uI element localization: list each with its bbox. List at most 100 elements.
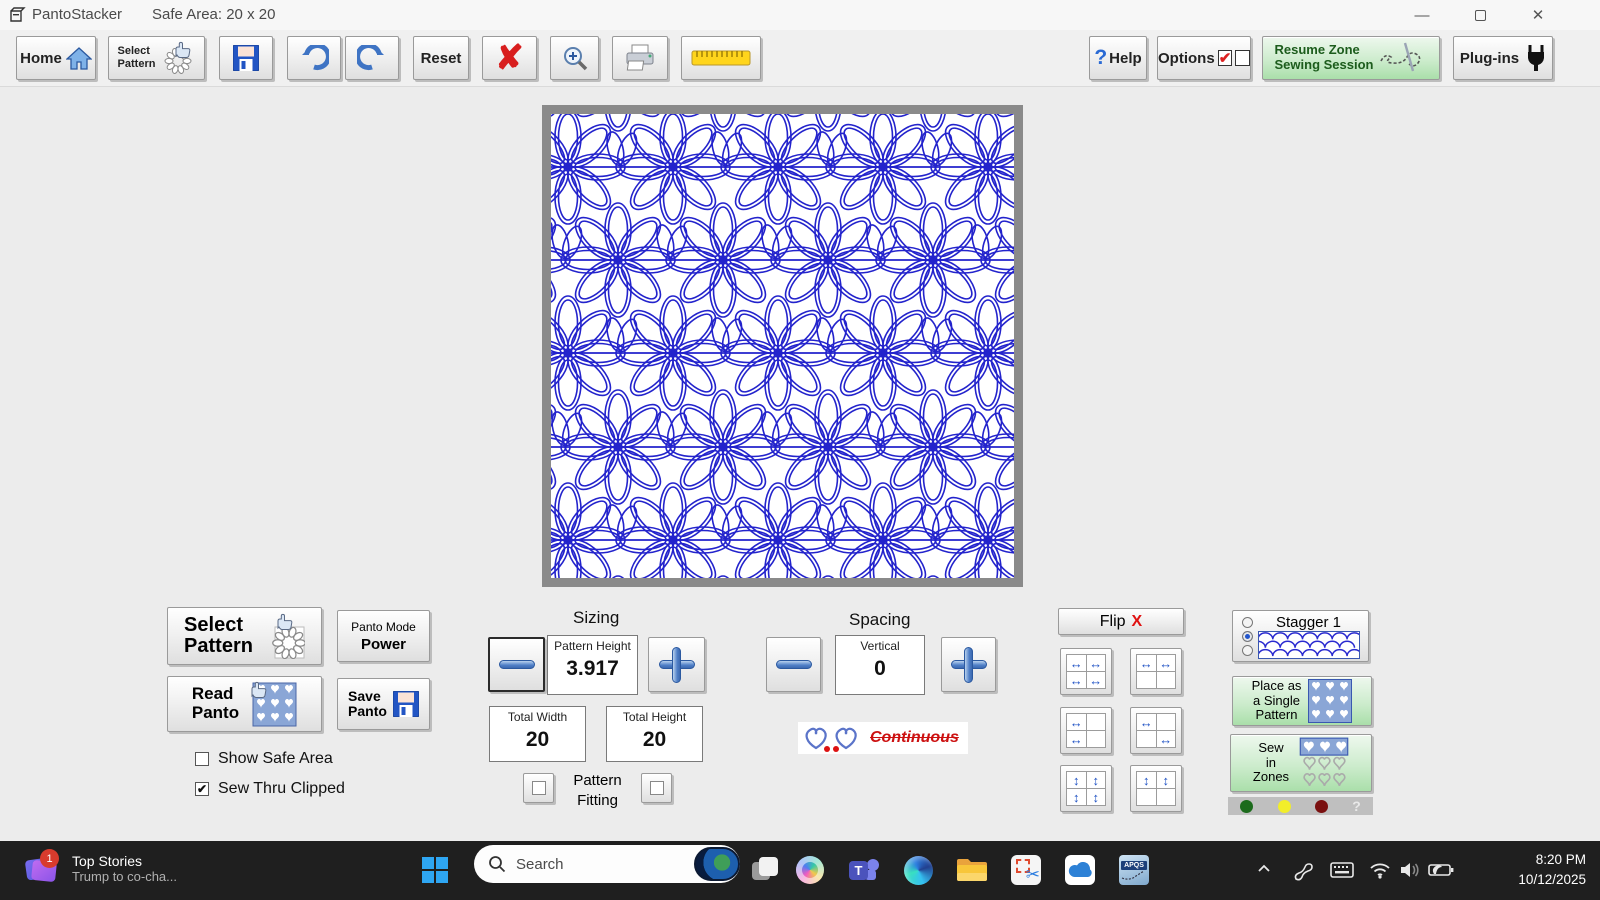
copilot-button[interactable] <box>793 853 827 887</box>
stagger-radio-2[interactable] <box>1241 630 1253 642</box>
task-view-button[interactable] <box>748 853 782 887</box>
sew-thru-clipped-label: Sew Thru Clipped <box>218 780 345 797</box>
save-panto-button[interactable]: Save Panto <box>337 678 430 730</box>
show-safe-area-box[interactable] <box>195 752 209 766</box>
file-explorer-button[interactable] <box>955 853 989 887</box>
select-pattern-main-icon <box>272 613 305 659</box>
save-button[interactable] <box>219 36 273 80</box>
restore-icon <box>1474 9 1486 21</box>
flip-button[interactable]: Flip X <box>1058 608 1184 635</box>
sew-in-zones-button[interactable]: Sew in Zones <box>1230 734 1372 792</box>
sizing-title: Sizing <box>573 608 620 627</box>
flip-grid-icon: ↕ ↕ <box>1136 771 1176 806</box>
pattern-fitting-right-button[interactable] <box>641 773 672 803</box>
place-single-label: Place as a Single Pattern <box>1251 677 1302 723</box>
options-checkbox-checked[interactable]: ✔ <box>1217 50 1233 67</box>
start-button[interactable] <box>418 853 452 887</box>
panto-mode-button[interactable]: Panto Mode Power <box>337 610 430 662</box>
pattern-height-minus-button[interactable] <box>488 637 545 692</box>
zone-dot-green[interactable] <box>1240 799 1254 813</box>
snipping-tool-icon: ✂ <box>1011 855 1041 885</box>
pattern-fitting-left-button[interactable] <box>523 773 554 803</box>
task-view-icon <box>752 857 778 883</box>
zone-dot-yellow[interactable] <box>1277 799 1291 813</box>
stagger-radio-3[interactable] <box>1241 644 1253 656</box>
select-pattern-button[interactable]: Select Pattern <box>108 36 205 80</box>
tray-keyboard-button[interactable] <box>1330 861 1354 884</box>
sew-thru-clipped-checkbox[interactable]: ✔ Sew Thru Clipped <box>195 780 345 798</box>
pattern-height-field[interactable]: Pattern Height 3.917 <box>547 635 638 695</box>
vertical-spacing-field[interactable]: Vertical 0 <box>835 635 925 695</box>
tray-wifi-button[interactable] <box>1369 861 1391 884</box>
flip-grid-icon: ↔ ↔ <box>1136 654 1176 689</box>
delete-button[interactable]: ✘ <box>482 36 537 80</box>
tray-pen-button[interactable] <box>1292 861 1314 888</box>
vertical-plus-button[interactable] <box>941 637 996 692</box>
zoom-button[interactable] <box>550 36 599 80</box>
flip-h-all-button[interactable]: ↔ ↔ ↔ ↔ <box>1060 648 1112 695</box>
home-button[interactable]: Home <box>16 36 96 80</box>
flip-grid-icon: ↔ ↔ ↔ ↔ <box>1066 654 1106 689</box>
zone-help-icon[interactable]: ? <box>1352 798 1361 814</box>
edge-button[interactable] <box>901 853 935 887</box>
undo-button[interactable] <box>287 36 341 80</box>
show-safe-area-checkbox[interactable]: Show Safe Area <box>195 750 333 768</box>
tray-chevron-button[interactable] <box>1256 861 1272 882</box>
fitting-right-box <box>649 781 664 795</box>
print-button[interactable] <box>612 36 668 80</box>
select-pattern-main-button[interactable]: Select Pattern <box>167 607 322 665</box>
options-label: Options <box>1158 49 1215 67</box>
redo-button[interactable] <box>345 36 399 80</box>
select-pattern-label: Select Pattern <box>117 45 156 70</box>
pattern-canvas[interactable] <box>542 105 1023 587</box>
flip-v-top-button[interactable]: ↕ ↕ <box>1130 765 1182 812</box>
stagger-radio-1[interactable] <box>1241 616 1253 628</box>
vertical-minus-button[interactable] <box>766 637 821 692</box>
total-height-label: Total Height <box>622 710 687 724</box>
total-height-field[interactable]: Total Height 20 <box>606 706 703 762</box>
options-button[interactable]: Options ✔ <box>1157 36 1251 80</box>
reset-button[interactable]: Reset <box>413 36 469 80</box>
flip-h-diagonal-button[interactable]: ↔ ↔ <box>1130 707 1182 754</box>
flip-h-top-button[interactable]: ↔ ↔ <box>1130 648 1182 695</box>
edge-icon <box>903 855 933 885</box>
zone-dot-red[interactable] <box>1314 799 1328 813</box>
snipping-tool-button[interactable]: ✂ <box>1009 853 1043 887</box>
resume-zone-button[interactable]: Resume Zone Sewing Session <box>1262 36 1440 80</box>
pattern-height-plus-button[interactable] <box>648 637 705 692</box>
resume-zone-label: Resume Zone Sewing Session <box>1274 42 1374 72</box>
delete-x-icon: ✘ <box>495 39 524 77</box>
place-single-pattern-button[interactable]: Place as a Single Pattern <box>1232 676 1372 726</box>
reset-label: Reset <box>420 49 462 67</box>
restore-button[interactable] <box>1457 0 1503 30</box>
widgets-badge: 1 <box>40 849 59 868</box>
pattern-svg <box>551 114 1014 578</box>
select-pattern-icon <box>164 41 192 75</box>
close-button[interactable]: ✕ <box>1515 0 1561 30</box>
needle-thread-icon <box>1380 42 1421 72</box>
tray-battery-button[interactable] <box>1428 861 1454 884</box>
plug-icon <box>1528 45 1545 71</box>
stagger-button[interactable]: Stagger 1 <box>1232 610 1369 662</box>
minimize-button[interactable]: — <box>1399 0 1445 30</box>
total-width-field[interactable]: Total Width 20 <box>489 706 586 762</box>
ruler-button[interactable] <box>681 36 761 80</box>
search-highlight-globe[interactable] <box>694 847 740 881</box>
onedrive-button[interactable] <box>1063 853 1097 887</box>
search-box[interactable]: Search <box>474 845 740 883</box>
main-toolbar: Home Select Pattern Reset ✘ ? Help Optio… <box>0 30 1600 87</box>
widgets-button[interactable]: 1 Top Stories Trump to co-cha... <box>24 849 177 887</box>
pattern-height-value: 3.917 <box>566 657 619 680</box>
teams-button[interactable]: T <box>847 853 881 887</box>
read-panto-button[interactable]: Read Panto <box>167 676 322 732</box>
options-checkbox-empty[interactable] <box>1235 50 1250 66</box>
taskbar-clock[interactable]: 8:20 PM 10/12/2025 <box>1518 850 1586 889</box>
flip-h-left-button[interactable]: ↔ ↔ <box>1060 707 1112 754</box>
tray-volume-button[interactable] <box>1399 861 1421 884</box>
flip-v-all-button[interactable]: ↕ ↕ ↕ ↕ <box>1060 765 1112 812</box>
sew-thru-clipped-box[interactable]: ✔ <box>195 782 209 796</box>
apqs-app-button[interactable]: APQS <box>1117 853 1151 887</box>
help-button[interactable]: ? Help <box>1089 36 1147 80</box>
plugins-button[interactable]: Plug-ins <box>1453 36 1553 80</box>
home-icon <box>65 47 92 70</box>
